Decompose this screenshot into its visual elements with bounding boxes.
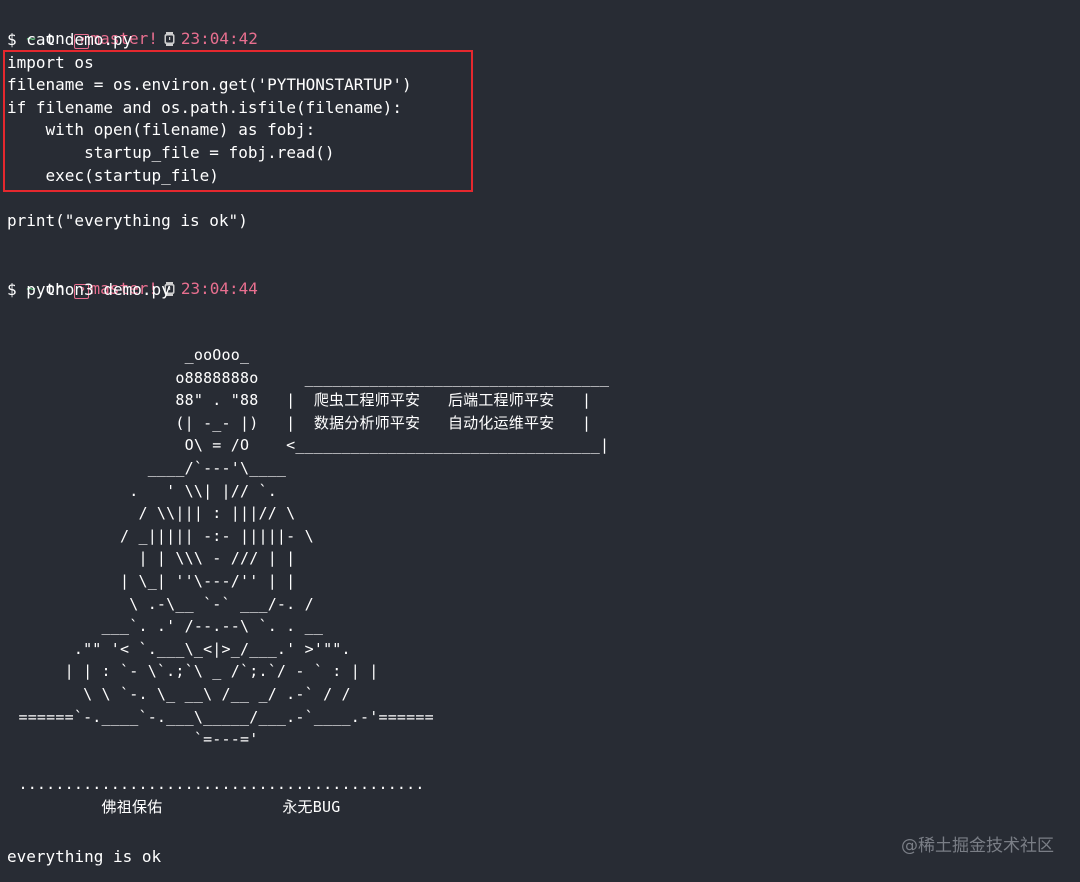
- watermark: @稀土掘金技术社区: [901, 836, 1054, 856]
- command-line-1: $ cat demo.py: [7, 30, 133, 49]
- prompt-line-2: ~ on ? master! 23:04:44: [7, 256, 258, 299]
- buddha-ascii-art: _ooOoo_ o8888888o ______________________…: [18, 346, 610, 816]
- prompt-line-1: ~ on ? master! 23:04:42: [7, 6, 258, 49]
- watch-icon: [164, 32, 175, 46]
- print-line: print("everything is ok"): [7, 211, 248, 230]
- program-output: everything is ok: [7, 847, 162, 866]
- command-line-2: $ python3 demo.py: [7, 280, 171, 299]
- prompt-time: 23:04:44: [180, 279, 258, 298]
- highlight-box: [3, 50, 473, 192]
- prompt-time: 23:04:42: [180, 29, 258, 48]
